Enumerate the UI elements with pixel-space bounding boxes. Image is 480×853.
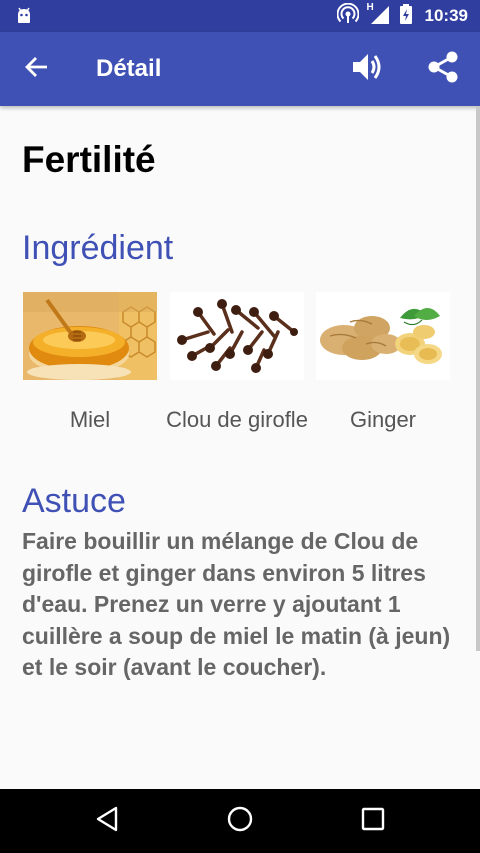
hotspot-icon — [336, 2, 360, 30]
scrollbar[interactable] — [476, 106, 480, 651]
ginger-image — [316, 292, 450, 380]
cloves-image — [170, 292, 304, 380]
ingredient-label: Ginger — [349, 407, 417, 432]
battery-icon — [399, 3, 413, 30]
navigation-bar — [0, 789, 480, 853]
app-bar: Détail — [0, 32, 480, 106]
tip-text: Faire bouillir un mélange de Clou de gir… — [22, 528, 451, 680]
arrow-left-icon — [24, 54, 50, 85]
ingredient-item-ginger[interactable]: Ginger — [316, 292, 450, 432]
status-time: 10:39 — [424, 6, 468, 25]
ingredient-item-miel[interactable]: Miel — [23, 292, 157, 432]
volume-icon — [349, 49, 385, 90]
ingredients-heading: Ingrédient — [22, 229, 174, 267]
nav-recents-button[interactable] — [350, 801, 396, 841]
recipe-title: Fertilité — [22, 139, 156, 180]
share-icon — [425, 49, 461, 90]
nav-recents-icon — [360, 806, 386, 837]
share-button[interactable] — [420, 46, 466, 92]
nav-back-button[interactable] — [84, 801, 130, 841]
nav-home-button[interactable] — [217, 801, 263, 841]
status-bar: H 10:39 — [0, 0, 480, 32]
nav-back-icon — [94, 805, 120, 838]
app-bar-title: Détail — [96, 55, 162, 82]
sound-button[interactable] — [344, 46, 390, 92]
ingredient-item-clou-de-girofle[interactable]: Clou de girofle — [166, 292, 308, 432]
android-icon — [14, 6, 34, 31]
network-type-label: H — [366, 1, 374, 13]
detail-content[interactable]: Fertilité Ingrédient Miel Clou de girofl… — [0, 106, 480, 789]
nav-home-icon — [226, 805, 254, 838]
honey-image — [23, 292, 157, 380]
back-button[interactable] — [14, 46, 60, 92]
signal-icon: H — [366, 1, 391, 30]
tip-heading: Astuce — [22, 482, 126, 520]
